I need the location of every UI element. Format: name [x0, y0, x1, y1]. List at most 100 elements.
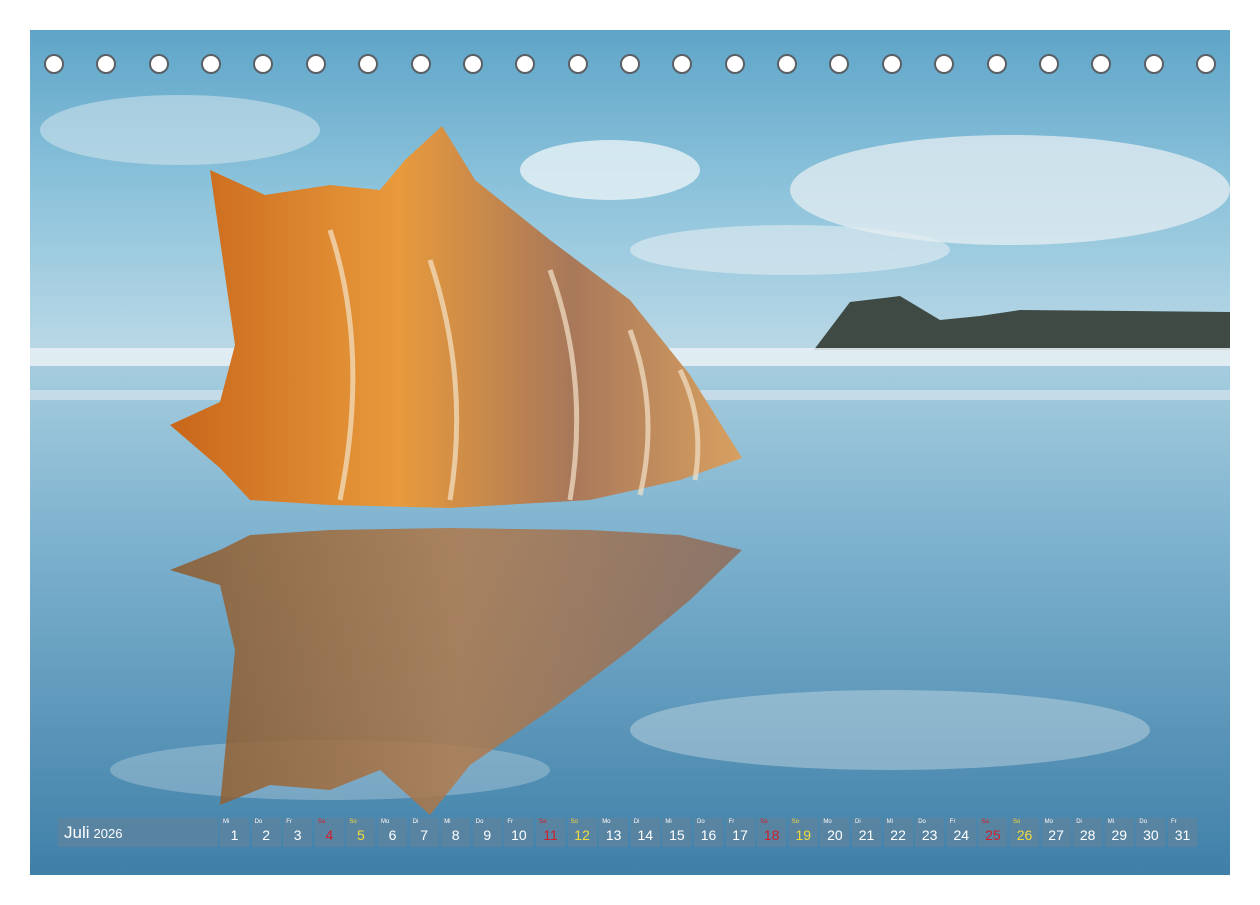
- day-of-week: Mi: [665, 819, 672, 825]
- binding-hole: [672, 54, 692, 74]
- day-of-week: Mi: [444, 819, 451, 825]
- day-cell: Mo 13: [599, 818, 629, 847]
- day-number: 17: [732, 827, 748, 843]
- month-label: Juli 2026: [58, 818, 218, 847]
- binding-hole: [882, 54, 902, 74]
- day-number: 25: [985, 827, 1001, 843]
- binding-holes: [30, 54, 1230, 80]
- day-cell: Fr 10: [504, 818, 534, 847]
- day-number: 21: [858, 827, 875, 843]
- binding-hole: [725, 54, 745, 74]
- day-number: 23: [921, 827, 938, 843]
- day-number: 16: [700, 827, 717, 843]
- day-of-week: Sa: [981, 819, 989, 825]
- day-of-week: Fr: [1171, 819, 1177, 825]
- day-of-week: Di: [633, 819, 640, 825]
- day-number: 20: [827, 827, 843, 843]
- day-of-week: So: [570, 819, 578, 825]
- day-of-week: Mi: [1107, 819, 1115, 825]
- day-cell: So 12: [567, 818, 597, 847]
- day-number: 19: [795, 827, 812, 843]
- day-number: 30: [1143, 827, 1159, 843]
- day-cell: Do 30: [1136, 818, 1166, 847]
- day-number: 31: [1174, 827, 1191, 843]
- day-number: 7: [420, 827, 428, 843]
- day-number: 9: [483, 827, 492, 843]
- day-number: 28: [1079, 827, 1096, 843]
- month-year: 2026: [93, 826, 123, 841]
- day-number: 15: [669, 827, 685, 843]
- day-of-week: Do: [697, 819, 705, 825]
- day-cell: Do 16: [694, 818, 723, 847]
- day-cell: Mi 1: [220, 818, 249, 847]
- binding-hole: [306, 54, 326, 74]
- day-cell: Do 23: [915, 818, 945, 847]
- day-cell: Di 14: [630, 818, 660, 847]
- day-number: 3: [293, 827, 302, 843]
- day-of-week: Mo: [602, 819, 611, 825]
- day-of-week: Sa: [539, 819, 547, 825]
- binding-hole: [1196, 54, 1216, 74]
- binding-hole: [253, 54, 273, 74]
- month-name: Juli: [64, 823, 90, 842]
- day-of-week: Fr: [507, 819, 514, 825]
- day-cell: Di 21: [852, 818, 881, 847]
- day-of-week: Mi: [223, 819, 230, 825]
- calendar-strip: Juli 2026 Mi 1 Do 2 Fr 3 Sa 4 So 5 Mo 6 Di 7 Mi 8 Do 9 Fr 10…: [58, 818, 1204, 847]
- binding-hole: [96, 54, 116, 74]
- day-cell: Mo 6: [378, 818, 407, 847]
- day-of-week: Di: [1076, 819, 1082, 825]
- day-of-week: Mi: [886, 819, 893, 825]
- day-number: 27: [1048, 827, 1064, 843]
- day-cell: Mo 27: [1041, 818, 1071, 847]
- day-cell: Do 9: [472, 818, 502, 847]
- binding-hole: [777, 54, 797, 74]
- day-of-week: So: [349, 819, 357, 825]
- day-of-week: Sa: [317, 819, 326, 825]
- day-number: 4: [325, 827, 334, 843]
- day-of-week: Do: [1139, 819, 1148, 825]
- day-number: 11: [543, 827, 558, 843]
- day-cell: Sa 25: [978, 818, 1008, 847]
- binding-hole: [620, 54, 640, 74]
- day-of-week: Fr: [728, 819, 735, 825]
- day-of-week: So: [1013, 819, 1021, 825]
- day-of-week: Mo: [823, 819, 832, 825]
- day-number: 5: [356, 827, 365, 843]
- day-cell: So 19: [788, 818, 818, 847]
- day-number: 29: [1111, 827, 1128, 843]
- day-of-week: Do: [254, 819, 263, 825]
- day-of-week: Fr: [949, 819, 956, 825]
- day-of-week: Di: [412, 819, 419, 825]
- day-cell: Sa 4: [314, 818, 344, 847]
- day-cell: Mi 15: [662, 818, 692, 847]
- day-number: 2: [262, 827, 270, 843]
- day-cell: Fr 3: [283, 818, 313, 847]
- day-cell: Mi 29: [1104, 818, 1134, 847]
- day-cell: Do 2: [251, 818, 281, 847]
- day-cell: Mo 20: [820, 818, 850, 847]
- day-of-week: So: [791, 819, 800, 825]
- day-cell: Mi 8: [441, 818, 471, 847]
- binding-hole: [829, 54, 849, 74]
- binding-hole: [358, 54, 378, 74]
- day-of-week: Mo: [1044, 819, 1053, 825]
- day-cell: So 5: [346, 818, 376, 847]
- seashell-photo: [30, 30, 1230, 875]
- binding-hole: [411, 54, 431, 74]
- day-number: 18: [763, 827, 780, 843]
- day-cell: Mi 22: [883, 818, 913, 847]
- binding-hole: [987, 54, 1007, 74]
- binding-hole: [463, 54, 483, 74]
- day-cell: Fr 31: [1168, 818, 1197, 847]
- day-of-week: Di: [855, 819, 861, 825]
- day-number: 22: [890, 827, 906, 843]
- day-number: 12: [574, 827, 590, 843]
- day-number: 13: [605, 827, 622, 843]
- day-cell: Fr 17: [725, 818, 755, 847]
- day-number: 26: [1016, 827, 1033, 843]
- day-number: 14: [637, 827, 654, 843]
- day-of-week: Fr: [286, 819, 292, 825]
- day-of-week: Mo: [381, 819, 390, 825]
- binding-hole: [568, 54, 588, 74]
